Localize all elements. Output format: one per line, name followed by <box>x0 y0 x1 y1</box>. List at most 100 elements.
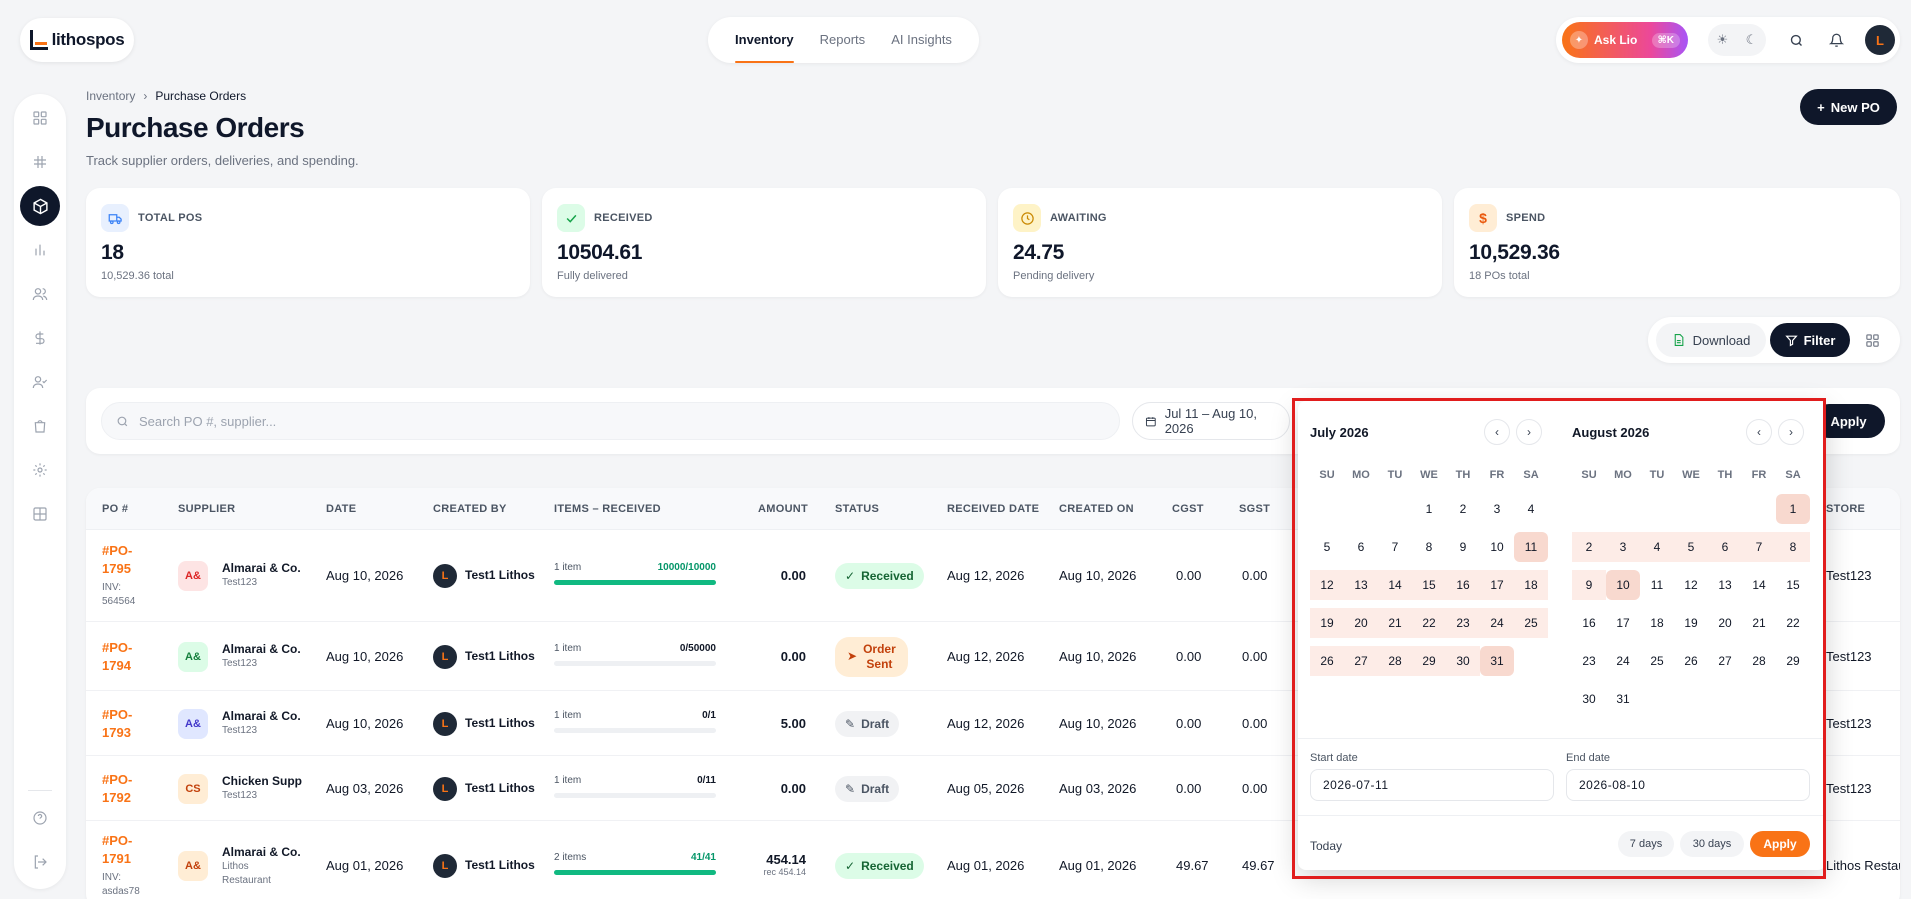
po-date: Aug 10, 2026 <box>326 648 404 664</box>
status-badge: ✎ Draft <box>835 775 900 802</box>
ask-lio-button[interactable]: ✦ Ask Lio ⌘K <box>1562 22 1688 58</box>
calendar-icon <box>1145 416 1156 426</box>
tab-reports[interactable]: Reports <box>820 17 866 63</box>
sgst-value: 0.00 <box>1242 780 1268 796</box>
bar-chart-icon[interactable] <box>20 230 60 270</box>
date-range-button[interactable]: Jul 11 – Aug 10, 2026 <box>1132 402 1290 440</box>
col-cgst[interactable]: CGST <box>1172 503 1204 515</box>
stat-label: AWAITING <box>1050 212 1107 224</box>
creator-name: Test1 Lithos <box>465 568 535 582</box>
status-label: Received <box>861 859 914 873</box>
filter-label: Filter <box>1803 332 1836 348</box>
tab-inventory[interactable]: Inventory <box>735 17 794 63</box>
col-status[interactable]: STATUS <box>835 503 879 515</box>
supplier-name[interactable]: Almarai & Co. <box>222 708 301 724</box>
inventory-box-icon[interactable] <box>20 186 60 226</box>
grid-hash-icon[interactable] <box>20 142 60 182</box>
received-progress-fill <box>554 580 716 585</box>
download-button[interactable]: Download <box>1656 323 1766 357</box>
received-date: Aug 01, 2026 <box>947 858 1025 873</box>
po-number[interactable]: #PO- 1794 <box>102 639 132 675</box>
user-check-icon[interactable] <box>20 362 60 402</box>
user-avatar[interactable]: L <box>1865 25 1895 55</box>
invoice-label: INV: <box>102 872 122 883</box>
col-created-by[interactable]: CREATED BY <box>433 503 507 515</box>
po-prefix[interactable]: #PO- <box>102 543 132 558</box>
col-received-date[interactable]: RECEIVED DATE <box>947 503 1039 515</box>
po-prefix[interactable]: #PO- <box>102 640 132 655</box>
help-icon[interactable] <box>20 798 60 838</box>
dollar-icon[interactable] <box>20 318 60 358</box>
po-number[interactable]: #PO- 1792 <box>102 771 132 807</box>
download-label: Download <box>1692 332 1751 348</box>
creator-avatar: L <box>433 644 457 669</box>
supplier-name[interactable]: Almarai & Co. <box>222 560 301 576</box>
po-date: Aug 10, 2026 <box>326 715 404 731</box>
send-icon: ➤ <box>847 649 858 663</box>
col-amount[interactable]: AMOUNT <box>758 503 808 515</box>
po-number[interactable]: #PO- 1795 INV: 564564 <box>102 542 135 609</box>
creator-name: Test1 Lithos <box>465 858 535 872</box>
sun-icon[interactable]: ☀ <box>1717 32 1729 48</box>
received-date: Aug 12, 2026 <box>947 648 1025 664</box>
col-store[interactable]: STORE <box>1826 503 1865 515</box>
supplier-avatar: A& <box>178 641 208 672</box>
cgst-value: 0.00 <box>1176 780 1202 796</box>
supplier-store: Test123 <box>222 657 258 669</box>
received-progress-bar <box>554 580 716 585</box>
status-badge: ✓ Received <box>835 853 924 879</box>
po-id[interactable]: 1791 <box>102 851 131 866</box>
supplier-name[interactable]: Chicken Supp <box>222 773 302 789</box>
col-date[interactable]: DATE <box>326 503 356 515</box>
po-number[interactable]: #PO- 1791 INV: asdas78 <box>102 832 140 899</box>
layout-icon[interactable] <box>20 494 60 534</box>
bell-icon[interactable] <box>1820 24 1852 56</box>
col-items-received[interactable]: ITEMS – RECEIVED <box>554 503 661 515</box>
col-supplier[interactable]: SUPPLIER <box>178 503 235 515</box>
supplier-cell: Chicken Supp Test123 <box>222 773 302 803</box>
col-created-on[interactable]: CREATED ON <box>1059 503 1134 515</box>
invoice-number: 564564 <box>102 596 136 607</box>
invoice-number: asdas78 <box>102 886 140 897</box>
received-date: Aug 05, 2026 <box>947 780 1025 796</box>
tab-ai-insights[interactable]: AI Insights <box>891 17 952 63</box>
moon-icon[interactable]: ☾ <box>1746 32 1758 48</box>
status-label: Received <box>861 569 914 583</box>
breadcrumb-separator-icon: › <box>143 89 148 103</box>
settings-gear-icon[interactable] <box>20 450 60 490</box>
amount-cell: 454.14 rec 454.14 <box>736 852 806 877</box>
po-id[interactable]: 1793 <box>102 725 131 740</box>
search-box[interactable] <box>101 402 1120 440</box>
search-input[interactable] <box>139 413 1039 429</box>
users-icon[interactable] <box>20 274 60 314</box>
supplier-name[interactable]: Almarai & Co. <box>222 844 301 860</box>
supplier-avatar: A& <box>178 561 208 591</box>
amount-cell: 0.00 <box>736 649 806 664</box>
logout-icon[interactable] <box>20 842 60 882</box>
grid-view-icon[interactable] <box>1856 326 1888 354</box>
created-on: Aug 01, 2026 <box>1059 858 1137 873</box>
col-po[interactable]: PO # <box>102 503 128 515</box>
sgst-value: 49.67 <box>1242 858 1275 873</box>
po-prefix[interactable]: #PO- <box>102 707 132 722</box>
po-prefix[interactable]: #PO- <box>102 833 132 848</box>
shopping-bag-icon[interactable] <box>20 406 60 446</box>
amount-cell: 0.00 <box>736 781 806 796</box>
po-id[interactable]: 1795 <box>102 561 131 576</box>
theme-toggle[interactable]: ☀ ☾ <box>1708 24 1766 56</box>
supplier-name[interactable]: Almarai & Co. <box>222 641 301 657</box>
app-logo[interactable]: lithospos <box>20 18 134 62</box>
status-label-line2: Sent <box>866 656 893 671</box>
stat-card-awaiting: AWAITING 24.75 Pending delivery <box>998 188 1442 297</box>
po-prefix[interactable]: #PO- <box>102 772 132 787</box>
breadcrumb-inventory[interactable]: Inventory <box>86 89 135 103</box>
filter-button[interactable]: Filter <box>1770 323 1850 357</box>
col-sgst[interactable]: SGST <box>1239 503 1270 515</box>
supplier-store: Test123 <box>222 577 258 588</box>
po-id[interactable]: 1792 <box>102 790 131 805</box>
search-icon[interactable] <box>1780 24 1812 56</box>
new-po-button[interactable]: + New PO <box>1800 89 1897 125</box>
dashboard-icon[interactable] <box>20 98 60 138</box>
po-number[interactable]: #PO- 1793 <box>102 706 132 742</box>
po-id[interactable]: 1794 <box>102 658 131 673</box>
